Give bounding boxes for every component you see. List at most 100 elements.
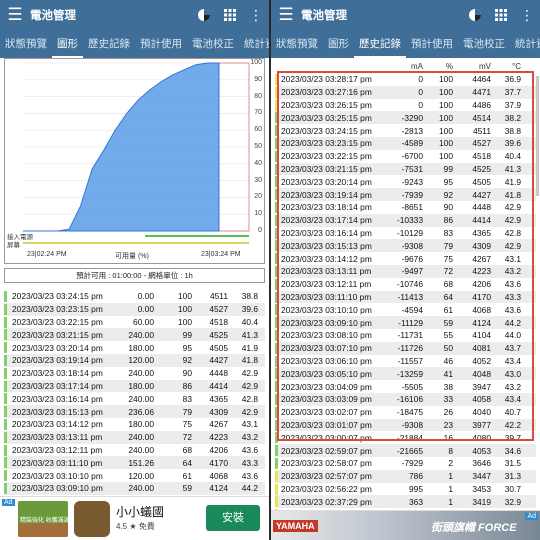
cell-1: -2813 xyxy=(401,125,423,136)
col-mv: mV xyxy=(479,61,491,71)
cell-4: 40.7 xyxy=(504,407,521,418)
right-screen: ☰ 電池管理 ⋮ 狀態預覽圖形歷史記錄預計使用電池校正統計資 mA % mV °… xyxy=(271,0,540,540)
cell-3: 4414 xyxy=(472,215,491,226)
cell-1: -8651 xyxy=(401,202,423,213)
ad-banner[interactable]: Ad 精裝強化 收穫滿滿 小小蟻國 4.5 ★ 免費 安裝 xyxy=(0,496,269,540)
cell-4: 40.4 xyxy=(504,151,521,162)
table-row: 2023/03/23 03:16:14 pm -10129 83 4365 42.8 xyxy=(275,227,536,240)
tab-5[interactable]: 統計資 xyxy=(510,30,540,58)
tab-5[interactable]: 統計資 xyxy=(239,30,269,58)
cell-2: 100 xyxy=(439,151,453,162)
cell-1: -6700 xyxy=(401,151,423,162)
cell-2: 100 xyxy=(439,87,453,98)
more-vert-icon[interactable]: ⋮ xyxy=(243,7,269,24)
ad-app-name: 小小蟻國 xyxy=(116,505,165,519)
cell-1: 363 xyxy=(409,496,423,507)
cell-0: 2023/03/23 03:03:09 pm xyxy=(281,394,372,405)
tab-0[interactable]: 狀態預覽 xyxy=(0,30,52,58)
tab-1[interactable]: 圖形 xyxy=(52,30,83,58)
tab-3[interactable]: 預計使用 xyxy=(135,30,187,58)
scrollbar[interactable] xyxy=(536,76,539,196)
cell-1: 995 xyxy=(409,483,423,494)
ad-badge: Ad xyxy=(525,513,538,520)
table-row: 2023/03/23 03:00:07 pm -21884 16 4080 39.7 xyxy=(275,431,536,444)
cell-0: 2023/03/23 03:11:10 pm xyxy=(12,457,103,468)
row-status-bar xyxy=(275,470,278,482)
row-status-bar xyxy=(275,176,278,188)
tab-3[interactable]: 預計使用 xyxy=(406,30,458,58)
cell-3: 3646 xyxy=(472,458,491,469)
tab-4[interactable]: 電池校正 xyxy=(458,30,510,58)
cell-4: 37.7 xyxy=(504,87,521,98)
cell-2: 100 xyxy=(178,291,192,302)
battery-chart: 100 90 80 70 60 50 40 30 20 10 0 接入電源 屏幕 23|02:24 … xyxy=(4,58,265,264)
row-status-bar xyxy=(275,483,278,495)
table-row: 2023/03/23 03:17:14 pm -10333 86 4414 42.9 xyxy=(275,213,536,227)
cell-2: 8 xyxy=(448,445,453,456)
row-status-bar xyxy=(275,355,278,367)
cell-4: 41.3 xyxy=(504,163,521,174)
cell-1: -11731 xyxy=(397,330,423,341)
cell-4: 43.6 xyxy=(504,279,521,290)
cell-1: -9676 xyxy=(401,253,423,264)
menu-icon[interactable]: ☰ xyxy=(271,5,301,25)
cell-0: 2023/03/23 03:18:14 pm xyxy=(281,202,372,213)
cell-0: 2023/03/23 03:11:10 pm xyxy=(281,291,372,302)
cell-0: 2023/03/23 02:56:22 pm xyxy=(281,483,372,494)
cell-2: 1 xyxy=(448,496,453,507)
cell-1: -11557 xyxy=(397,355,423,366)
cell-0: 2023/03/23 03:23:15 pm xyxy=(12,304,103,315)
menu-icon[interactable]: ☰ xyxy=(0,5,30,25)
cell-3: 4514 xyxy=(472,112,491,123)
table-row: 2023/03/23 03:14:12 pm -9676 75 4267 43.1 xyxy=(275,252,536,265)
cell-3: 4040 xyxy=(472,407,491,418)
cell-4: 41.9 xyxy=(504,176,521,187)
row-status-bar xyxy=(4,367,7,379)
cell-0: 2023/03/23 03:20:14 pm xyxy=(281,176,372,187)
cell-3: 4170 xyxy=(472,291,491,302)
cell-4: 42.8 xyxy=(241,393,258,404)
cell-4: 43.2 xyxy=(504,266,521,277)
cell-3: 4206 xyxy=(472,279,491,290)
table-row: 2023/03/23 03:04:09 pm -5505 38 3947 43.2 xyxy=(275,380,536,393)
cell-1: -10746 xyxy=(396,279,423,290)
table-row: 2023/03/23 03:28:17 pm 0 100 4464 36.9 xyxy=(275,73,536,86)
row-status-bar xyxy=(275,278,278,290)
ad-image-text: 精裝強化 收穫滿滿 xyxy=(20,518,68,524)
row-status-bar xyxy=(4,329,7,341)
ad-banner[interactable]: YAMAHA 街頭旗幟 FORCE Ad xyxy=(271,510,540,540)
cell-0: 2023/03/23 03:14:12 pm xyxy=(281,253,372,264)
cell-1: 0.00 xyxy=(137,291,154,302)
more-vert-icon[interactable]: ⋮ xyxy=(514,7,540,24)
grid-icon[interactable] xyxy=(488,9,514,21)
cell-0: 2023/03/23 03:12:11 pm xyxy=(12,444,103,455)
tab-2[interactable]: 歷史記錄 xyxy=(83,30,135,58)
pie-chart-icon[interactable] xyxy=(462,8,488,22)
cell-3: 4527 xyxy=(472,138,491,149)
cell-2: 55 xyxy=(443,330,453,341)
install-button[interactable]: 安裝 xyxy=(206,505,260,531)
ad-badge: Ad xyxy=(2,499,15,506)
cell-2: 41 xyxy=(443,368,453,379)
tab-1[interactable]: 圖形 xyxy=(323,30,354,58)
cell-4: 41.9 xyxy=(241,342,258,353)
pie-chart-icon[interactable] xyxy=(191,8,217,22)
cell-4: 44.2 xyxy=(241,483,258,494)
cell-2: 95 xyxy=(182,342,192,353)
cell-2: 100 xyxy=(439,99,453,110)
cell-0: 2023/03/23 03:19:14 pm xyxy=(281,189,372,200)
tab-2[interactable]: 歷史記錄 xyxy=(354,30,406,58)
row-status-bar xyxy=(4,431,7,443)
chart-svg xyxy=(23,62,250,244)
table-row: 2023/03/23 02:59:07 pm -21665 8 4053 34.6 xyxy=(275,444,536,457)
tab-0[interactable]: 狀態預覽 xyxy=(271,30,323,58)
cell-0: 2023/03/23 03:16:14 pm xyxy=(12,393,103,404)
row-status-bar xyxy=(275,265,278,277)
grid-icon[interactable] xyxy=(217,9,243,21)
row-status-bar xyxy=(275,137,278,149)
tab-4[interactable]: 電池校正 xyxy=(187,30,239,58)
cell-4: 43.1 xyxy=(504,253,521,264)
row-status-bar xyxy=(275,291,278,303)
table-row: 2023/03/23 03:20:14 pm 180.00 95 4505 41.9 xyxy=(4,341,265,354)
row-status-bar xyxy=(4,444,7,456)
